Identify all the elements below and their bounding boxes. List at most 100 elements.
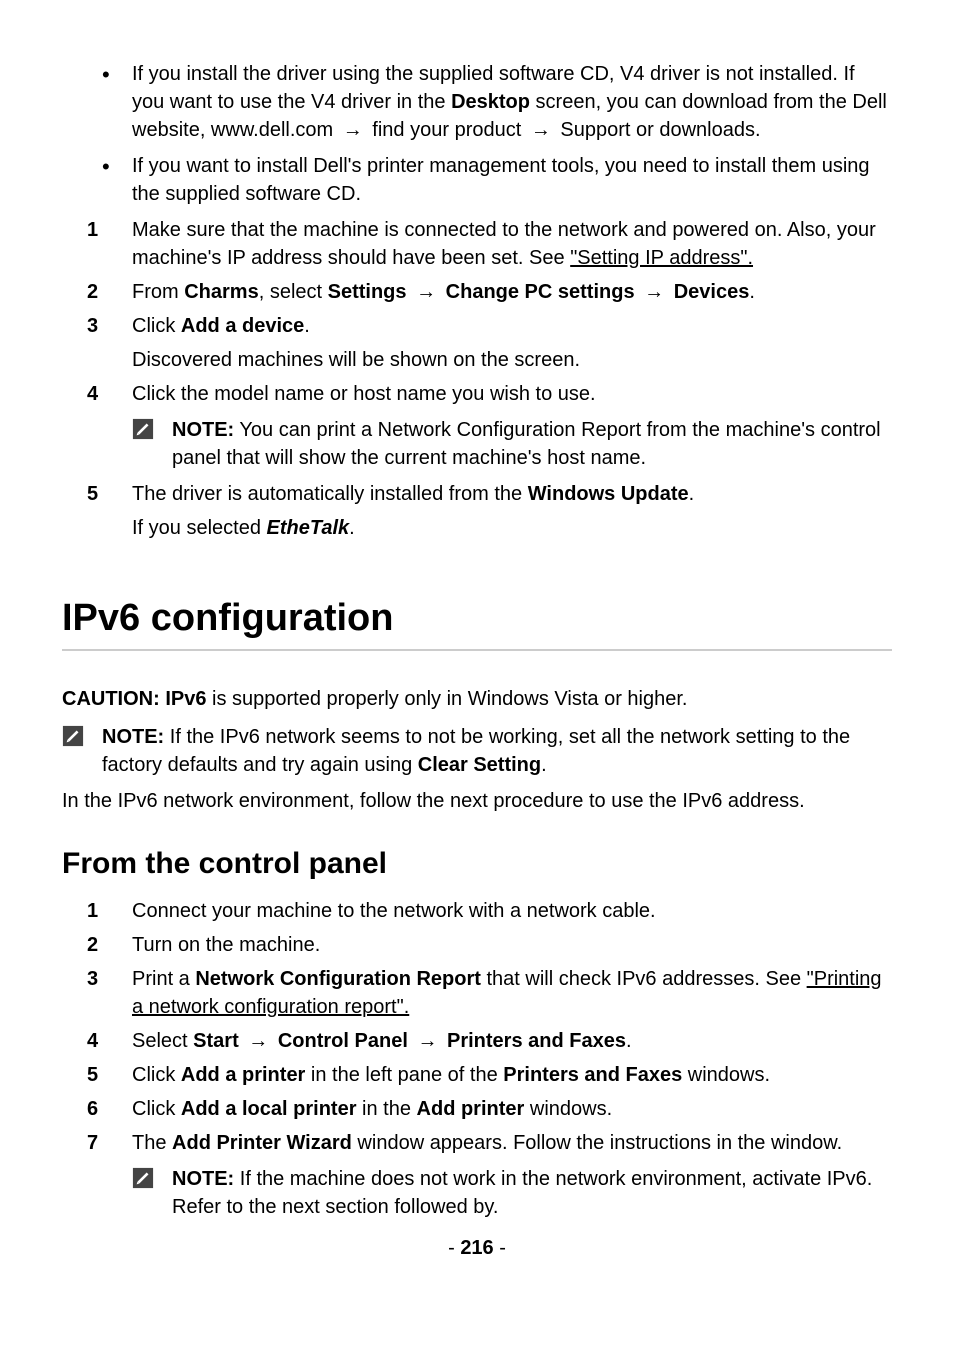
- text: .: [749, 281, 755, 303]
- arrow-right-icon: →: [644, 278, 664, 306]
- link-setting-ip[interactable]: "Setting IP address".: [570, 247, 753, 269]
- text-bold: Add a printer: [181, 1064, 305, 1086]
- text-bold: Add Printer Wizard: [172, 1132, 352, 1154]
- step-number: 1: [87, 897, 98, 925]
- text-bold: Devices: [674, 281, 750, 303]
- step-item: 1 Make sure that the machine is connecte…: [62, 216, 892, 272]
- text-bold: Control Panel: [278, 1030, 408, 1052]
- step-item: 5 The driver is automatically installed …: [62, 480, 892, 542]
- arrow-right-icon: →: [343, 116, 363, 144]
- step-sub-text: If you selected EtheTalk.: [132, 514, 892, 542]
- text: If you want to install Dell's printer ma…: [132, 155, 870, 205]
- note-pencil-icon: [132, 1167, 154, 1197]
- text: Make sure that the machine is connected …: [132, 219, 876, 269]
- text: Turn on the machine.: [132, 934, 320, 956]
- step-number: 6: [87, 1095, 98, 1123]
- step-item: 2 Turn on the machine.: [62, 931, 892, 959]
- text: .: [349, 517, 355, 539]
- note-pencil-icon: [62, 725, 84, 755]
- text-bold: Start: [193, 1030, 239, 1052]
- text-bold: Printers and Faxes: [503, 1064, 682, 1086]
- note-label: NOTE:: [102, 726, 164, 748]
- bullet-item: If you want to install Dell's printer ma…: [102, 152, 892, 208]
- text-bold: Printers and Faxes: [447, 1030, 626, 1052]
- text-bold-italic: EtheTalk: [267, 517, 350, 539]
- text: that will check IPv6 addresses. See: [481, 968, 807, 990]
- text: windows.: [682, 1064, 770, 1086]
- page-number: - 216 -: [0, 1234, 954, 1262]
- step-item: 1 Connect your machine to the network wi…: [62, 897, 892, 925]
- step-item: 7 The Add Printer Wizard window appears.…: [62, 1129, 892, 1157]
- step-number: 2: [87, 931, 98, 959]
- note-block: NOTE: You can print a Network Configurat…: [62, 416, 892, 472]
- text: .: [689, 483, 695, 505]
- bullet-item: If you install the driver using the supp…: [102, 60, 892, 144]
- arrow-right-icon: →: [531, 116, 551, 144]
- text-bold: Add a device: [181, 315, 304, 337]
- note-label: NOTE:: [172, 1168, 234, 1190]
- step-number: 5: [87, 1061, 98, 1089]
- note-pencil-icon: [132, 418, 154, 448]
- step-item: 4 Select Start → Control Panel → Printer…: [62, 1027, 892, 1055]
- step-number: 5: [87, 480, 98, 508]
- text: Support or downloads.: [555, 119, 761, 141]
- text: .: [626, 1030, 632, 1052]
- text: in the left pane of the: [305, 1064, 503, 1086]
- text: The: [132, 1132, 172, 1154]
- text-bold: Add printer: [417, 1098, 525, 1120]
- step-number: 7: [87, 1129, 98, 1157]
- arrow-right-icon: →: [417, 1027, 437, 1055]
- text: Print a: [132, 968, 195, 990]
- step-item: 6 Click Add a local printer in the Add p…: [62, 1095, 892, 1123]
- step-number: 2: [87, 278, 98, 306]
- note-text: You can print a Network Configuration Re…: [172, 419, 881, 469]
- section-divider: [62, 649, 892, 651]
- caution-label: CAUTION: IPv6: [62, 688, 206, 710]
- step-sub-text: Discovered machines will be shown on the…: [132, 346, 892, 374]
- caution-paragraph: CAUTION: IPv6 is supported properly only…: [62, 685, 892, 713]
- text: Click the model name or host name you wi…: [132, 383, 596, 405]
- subsection-title: From the control panel: [62, 843, 892, 885]
- arrow-right-icon: →: [248, 1027, 268, 1055]
- step-number: 1: [87, 216, 98, 244]
- text-bold: Windows Update: [528, 483, 689, 505]
- note-text: If the machine does not work in the netw…: [172, 1168, 872, 1218]
- step-number: 4: [87, 1027, 98, 1055]
- text: The driver is automatically installed fr…: [132, 483, 528, 505]
- step-number: 3: [87, 965, 98, 993]
- text: .: [541, 754, 547, 776]
- text: is supported properly only in Windows Vi…: [206, 688, 687, 710]
- note-label: NOTE:: [172, 419, 234, 441]
- text-bold: Add a local printer: [181, 1098, 357, 1120]
- page-number-value: 216: [460, 1237, 493, 1259]
- text: If you selected: [132, 517, 267, 539]
- text: .: [304, 315, 310, 337]
- text: From: [132, 281, 184, 303]
- text: windows.: [524, 1098, 612, 1120]
- step-item: 4 Click the model name or host name you …: [62, 380, 892, 408]
- arrow-right-icon: →: [416, 278, 436, 306]
- text: Select: [132, 1030, 193, 1052]
- step-item: 2 From Charms, select Settings → Change …: [62, 278, 892, 306]
- text-bold: Desktop: [451, 91, 530, 113]
- step-item: 3 Print a Network Configuration Report t…: [62, 965, 892, 1021]
- text: find your product: [367, 119, 527, 141]
- step-number: 4: [87, 380, 98, 408]
- text-bold: Settings: [328, 281, 407, 303]
- text: Click: [132, 1064, 181, 1086]
- bullet-list: If you install the driver using the supp…: [62, 60, 892, 208]
- section-title: IPv6 configuration: [62, 592, 892, 645]
- text: , select: [259, 281, 328, 303]
- text: Click: [132, 315, 181, 337]
- text: in the: [356, 1098, 416, 1120]
- text: Click: [132, 1098, 181, 1120]
- step-item: 3 Click Add a device. Discovered machine…: [62, 312, 892, 374]
- text-bold: Clear Setting: [418, 754, 541, 776]
- note-block: NOTE: If the IPv6 network seems to not b…: [62, 723, 892, 779]
- paragraph: In the IPv6 network environment, follow …: [62, 787, 892, 815]
- text-bold: Network Configuration Report: [195, 968, 481, 990]
- text: window appears. Follow the instructions …: [352, 1132, 842, 1154]
- text: Connect your machine to the network with…: [132, 900, 656, 922]
- note-block: NOTE: If the machine does not work in th…: [62, 1165, 892, 1221]
- text-bold: Charms: [184, 281, 258, 303]
